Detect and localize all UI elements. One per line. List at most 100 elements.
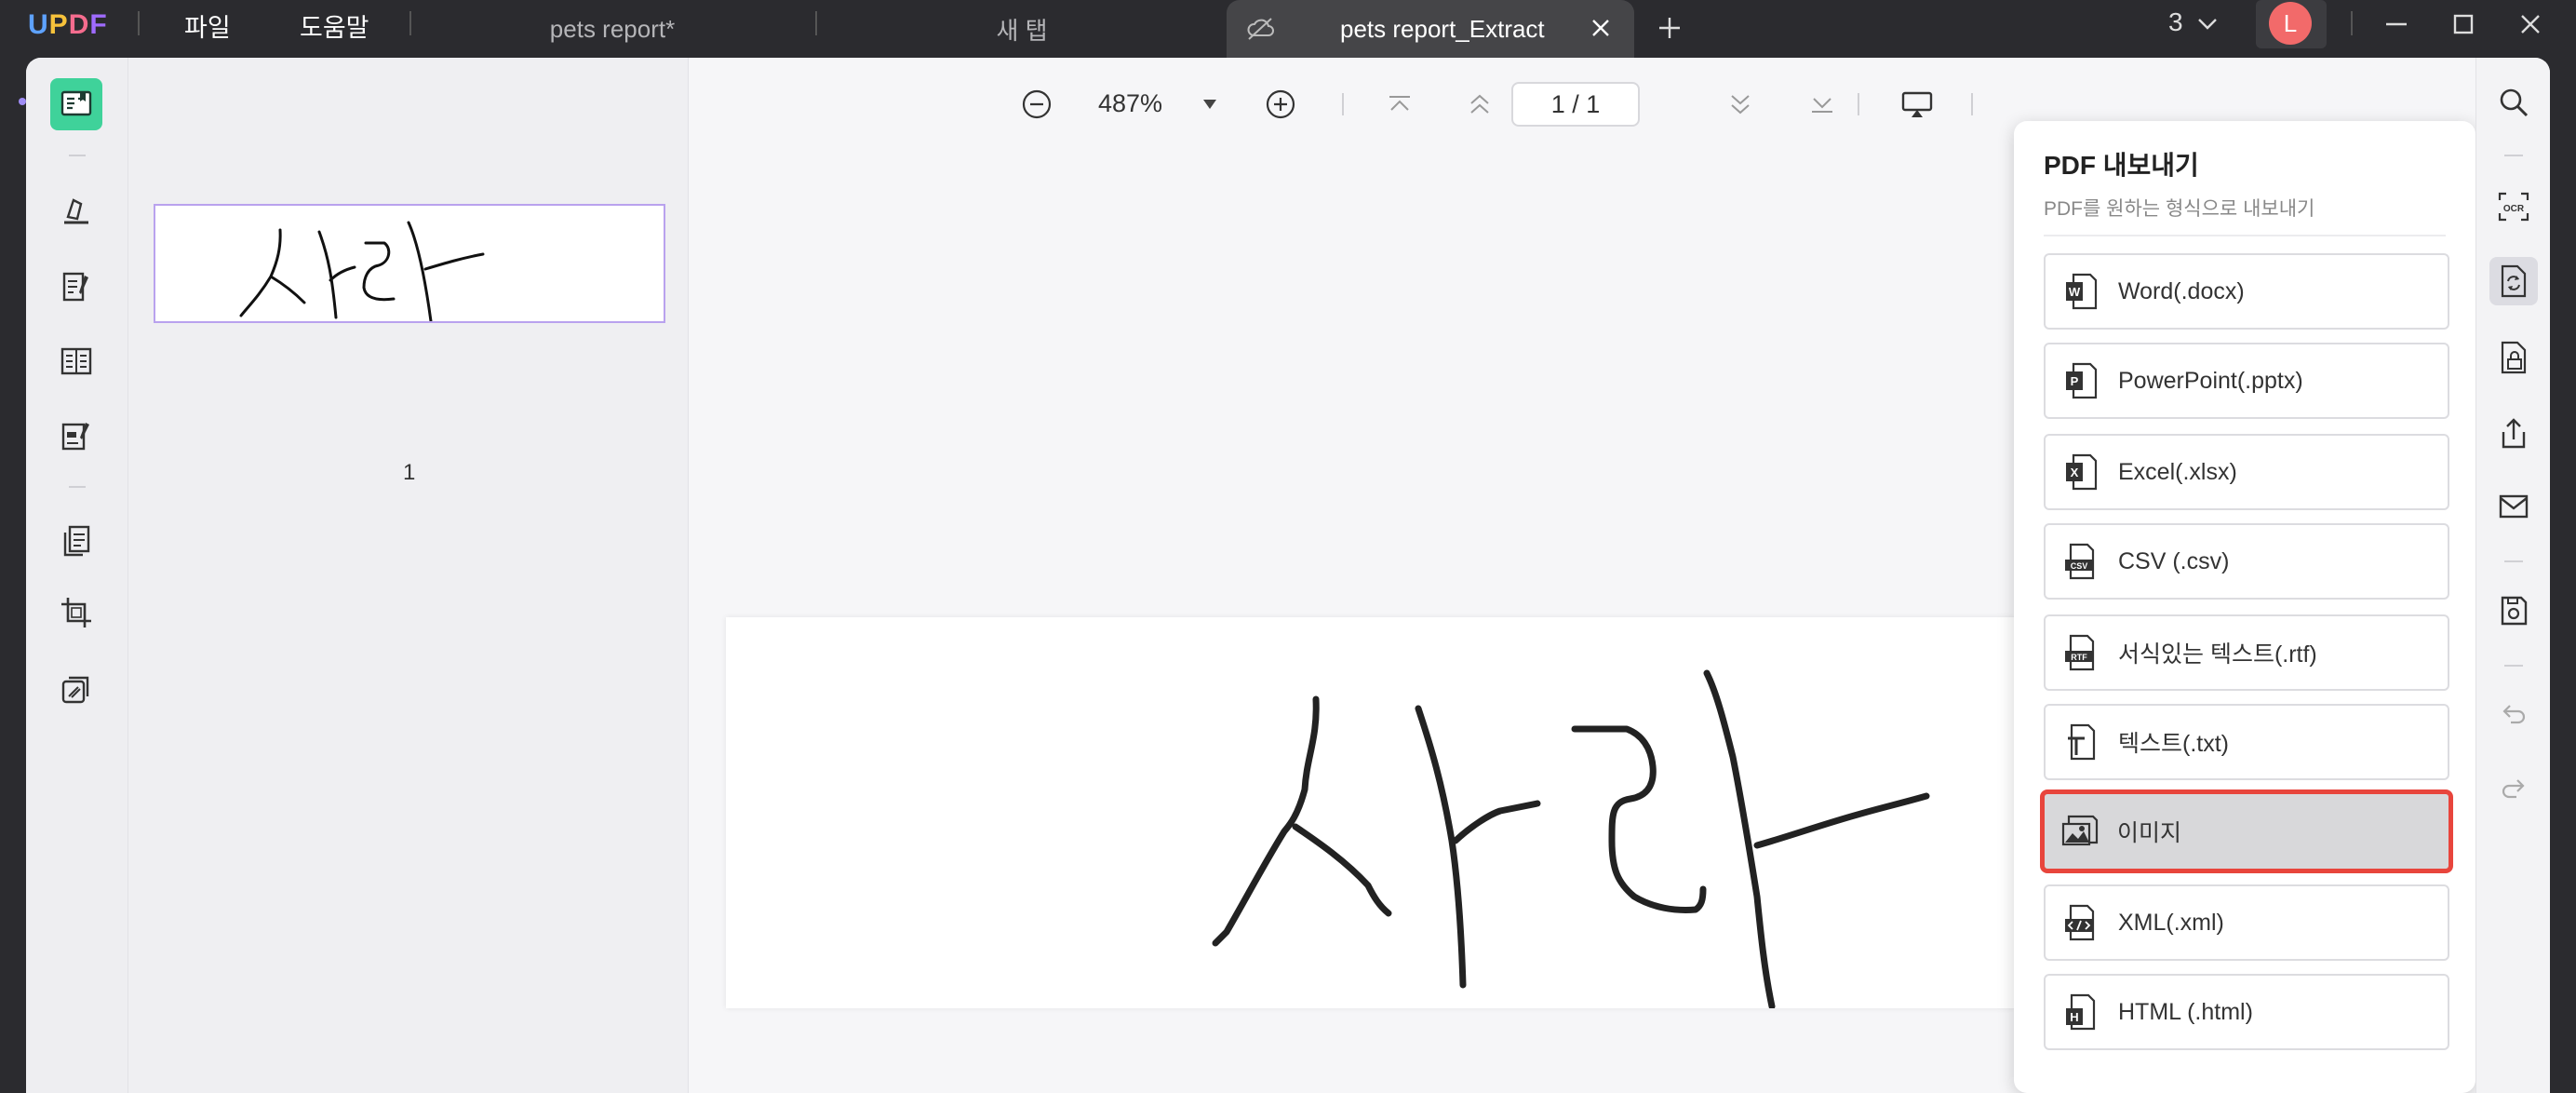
minimize-button[interactable]: [2373, 4, 2420, 45]
convert-pdf-button[interactable]: [2489, 257, 2538, 305]
image-icon: [2061, 811, 2099, 852]
tab-pets-report[interactable]: pets report*: [409, 0, 815, 58]
form-tool-button[interactable]: [50, 410, 102, 462]
presentation-icon: [1901, 91, 1933, 117]
caret-down-icon: [1203, 100, 1216, 109]
export-option-label: XML(.xml): [2118, 909, 2224, 936]
export-xml-button[interactable]: XML(.xml): [2044, 884, 2449, 961]
tab-label: 새 탭: [996, 16, 1048, 45]
app-root: UPDF 파일 도움말 pets report* 새 탭 pets report…: [0, 0, 2576, 1093]
export-txt-button[interactable]: 텍스트(.txt): [2044, 704, 2449, 780]
edit-tool-button[interactable]: [50, 261, 102, 313]
zoom-in-button[interactable]: [1260, 84, 1301, 125]
tab-pets-report-extract[interactable]: pets report_Extract: [1227, 0, 1634, 58]
last-page-button[interactable]: [1802, 84, 1843, 125]
left-toolbar: [26, 58, 128, 1093]
zoom-in-icon: [1266, 89, 1295, 119]
search-button[interactable]: [2489, 78, 2538, 127]
zoom-dropdown-button[interactable]: [1189, 84, 1230, 125]
protect-pdf-button[interactable]: [2489, 333, 2538, 382]
crop-icon: [61, 598, 91, 627]
right-toolbar: OCR: [2475, 58, 2550, 1093]
export-excel-button[interactable]: X Excel(.xlsx): [2044, 434, 2449, 510]
export-csv-button[interactable]: CSV CSV (.csv): [2044, 523, 2449, 600]
close-window-button[interactable]: [2507, 4, 2554, 45]
lock-document-icon: [2501, 341, 2527, 374]
updf-logo: UPDF: [28, 9, 108, 41]
account-button[interactable]: L: [2256, 0, 2327, 48]
pages-stack-icon: [63, 525, 90, 557]
export-option-label: CSV (.csv): [2118, 547, 2230, 574]
save-icon: [2501, 596, 2528, 626]
document-area: 487% 1 / 1: [689, 58, 2029, 1093]
svg-text:H: H: [2070, 1010, 2078, 1024]
first-page-button[interactable]: [1379, 84, 1420, 125]
status-dot: [19, 98, 26, 105]
tab-close-icon[interactable]: [1590, 17, 1612, 39]
ocr-button[interactable]: OCR: [2489, 182, 2538, 231]
export-option-label: PowerPoint(.pptx): [2118, 367, 2303, 394]
toolbar-separator: [2504, 665, 2523, 667]
tab-label: pets report_Extract: [1340, 14, 1545, 43]
undo-button[interactable]: [2489, 691, 2538, 739]
panel-title: PDF 내보내기: [2044, 151, 2199, 180]
layers-icon: [61, 676, 89, 704]
toolbar-separator: [2504, 155, 2523, 156]
page-number-input[interactable]: 1 / 1: [1511, 82, 1640, 127]
page-toolbar: 487% 1 / 1: [689, 58, 2010, 151]
logo-letter: U: [28, 9, 49, 40]
share-button[interactable]: [2489, 410, 2538, 458]
zoom-out-button[interactable]: [1016, 84, 1057, 125]
tab-cloud-off-icon: [1245, 17, 1277, 41]
toolbar-separator: [69, 155, 86, 156]
page-thumbnail[interactable]: [154, 204, 665, 323]
zoom-level[interactable]: 487%: [1098, 89, 1162, 118]
undo-icon: [2502, 705, 2526, 724]
plus-icon: [1659, 18, 1680, 38]
svg-text:P: P: [2071, 374, 2079, 388]
layers-tool-button[interactable]: [50, 663, 102, 715]
presentation-button[interactable]: [1897, 84, 1938, 125]
page-view-button[interactable]: [50, 335, 102, 387]
close-icon: [2521, 15, 2540, 34]
convert-icon: [2501, 264, 2527, 298]
comment-tool-button[interactable]: [50, 184, 102, 236]
logo-letter: F: [89, 9, 108, 40]
next-page-button[interactable]: [1720, 84, 1761, 125]
redo-button[interactable]: [2489, 765, 2538, 814]
chevron-down-icon: [2198, 19, 2218, 30]
pdf-page: [726, 617, 2029, 1010]
double-chevron-down-icon: [1731, 95, 1750, 115]
crop-tool-button[interactable]: [50, 587, 102, 639]
export-word-button[interactable]: W Word(.docx): [2044, 253, 2449, 330]
thumbnail-page-number: 1: [403, 460, 416, 485]
powerpoint-icon: P: [2062, 360, 2100, 401]
export-option-label: Excel(.xlsx): [2118, 458, 2237, 485]
panel-subtitle: PDF를 원하는 형식으로 내보내기: [2044, 198, 2315, 220]
organize-pages-button[interactable]: [50, 514, 102, 566]
word-icon: W: [2062, 271, 2100, 312]
export-html-button[interactable]: H HTML (.html): [2044, 974, 2449, 1050]
toolbar-separator: [1858, 93, 1859, 115]
toolbar-separator: [1971, 93, 1973, 115]
export-image-button[interactable]: 이미지: [2040, 789, 2453, 873]
redo-icon: [2502, 779, 2525, 799]
export-powerpoint-button[interactable]: P PowerPoint(.pptx): [2044, 343, 2449, 419]
tab-new[interactable]: 새 탭: [817, 0, 1227, 58]
svg-text:OCR: OCR: [2503, 204, 2525, 214]
reader-mode-button[interactable]: [50, 78, 102, 130]
window-count-dropdown[interactable]: 3: [2168, 7, 2218, 37]
svg-text:X: X: [2071, 466, 2079, 479]
export-rtf-button[interactable]: RTF 서식있는 텍스트(.rtf): [2044, 614, 2449, 691]
save-button[interactable]: [2489, 587, 2538, 635]
menu-help[interactable]: 도움말: [300, 7, 369, 44]
csv-icon: CSV: [2062, 541, 2100, 582]
svg-text:RTF: RTF: [2071, 653, 2087, 662]
title-bar: UPDF 파일 도움말 pets report* 새 탭 pets report…: [0, 0, 2576, 58]
previous-page-button[interactable]: [1459, 84, 1500, 125]
maximize-button[interactable]: [2440, 4, 2487, 45]
new-tab-button[interactable]: [1657, 7, 1683, 50]
email-button[interactable]: [2489, 482, 2538, 531]
zoom-out-icon: [1022, 89, 1052, 119]
menu-file[interactable]: 파일: [184, 7, 231, 44]
